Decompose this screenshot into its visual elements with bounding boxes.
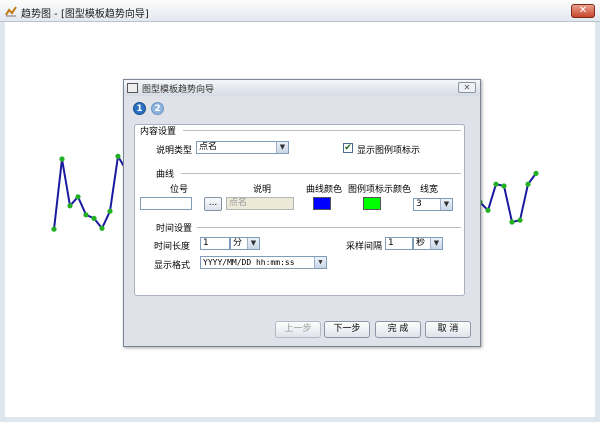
wizard-dialog: 图型模板趋势向导 ✕ 1 2 内容设置 说明类型 点名 ▼ ✔ 显示图例项标示 … [123,79,481,347]
desc-type-select[interactable]: 点名 ▼ [196,141,289,154]
trend-data-point [517,217,523,223]
trend-data-point [115,153,121,159]
trend-data-point [91,215,97,221]
trend-data-point [107,208,113,214]
chevron-down-icon: ▼ [440,199,452,210]
cancel-button[interactable]: 取 消 [425,321,471,338]
next-step-button[interactable]: 下一步 [324,321,370,338]
curve-color-header: 曲线颜色 [306,185,343,195]
dialog-close-button[interactable]: ✕ [458,82,476,93]
duration-label: 时间长度 [154,242,191,252]
point-header: 位号 [170,185,189,195]
trend-series-line [479,172,537,224]
trend-data-point [509,219,515,225]
step-2-indicator[interactable]: 2 [151,102,164,115]
sample-unit-value: 秒 [416,238,426,248]
duration-input[interactable]: 1 [200,237,230,250]
trend-data-point [501,183,507,189]
trend-data-point [99,225,105,231]
show-legend-checkbox[interactable]: ✔ [343,143,353,153]
line-width-header: 线宽 [420,185,439,195]
trend-data-point [59,156,65,162]
format-label: 显示格式 [154,261,191,271]
duration-unit-value: 分 [233,238,243,248]
format-value: YYYY/MM/DD hh:mm:ss [203,258,295,267]
desc-type-label: 说明类型 [156,146,193,156]
settings-panel: 内容设置 说明类型 点名 ▼ ✔ 显示图例项标示 曲线 位号 说明 曲线颜色 图… [134,124,465,296]
trend-data-point [75,194,81,200]
dialog-title: 图型模板趋势向导 [142,85,215,95]
point-input[interactable] [140,197,192,210]
dialog-titlebar: 图型模板趋势向导 ✕ [124,80,480,96]
desc-input[interactable]: 点名 [226,197,294,210]
trend-data-point [525,181,531,187]
trend-data-point [533,170,539,176]
content-divider [183,130,461,131]
browse-button[interactable]: ... [204,197,222,211]
sample-interval-input[interactable]: 1 [385,237,413,250]
show-legend-label: 显示图例项标示 [357,146,421,156]
sample-interval-label: 采样间隔 [346,242,383,252]
content-section-title: 内容设置 [140,127,177,137]
trend-data-point [83,212,89,218]
step-1-indicator[interactable]: 1 [133,102,146,115]
legend-color-swatch[interactable] [363,197,381,210]
chevron-down-icon: ▼ [276,142,288,153]
chevron-down-icon: ▼ [247,238,259,249]
line-width-select[interactable]: 3 ▼ [413,198,453,211]
trend-data-point [485,207,491,213]
format-select[interactable]: YYYY/MM/DD hh:mm:ss ▼ [200,256,327,269]
prev-step-button[interactable]: 上一步 [275,321,321,338]
time-divider [197,227,461,228]
finish-button[interactable]: 完 成 [375,321,421,338]
chevron-down-icon: ▼ [314,257,326,268]
duration-unit-select[interactable]: 分 ▼ [230,237,260,250]
trend-data-point [67,203,73,209]
window-icon [127,83,138,93]
chevron-down-icon: ▼ [430,238,442,249]
desc-type-value: 点名 [199,142,218,152]
legend-color-header: 图例项标示颜色 [348,185,412,195]
trend-data-point [493,181,499,187]
trend-data-point [51,226,57,232]
desc-header: 说明 [253,185,272,195]
line-width-value: 3 [416,199,422,209]
time-section-title: 时间设置 [156,224,193,234]
sample-unit-select[interactable]: 秒 ▼ [413,237,443,250]
curve-divider [181,173,461,174]
curve-section-title: 曲线 [156,170,175,180]
curve-color-swatch[interactable] [313,197,331,210]
